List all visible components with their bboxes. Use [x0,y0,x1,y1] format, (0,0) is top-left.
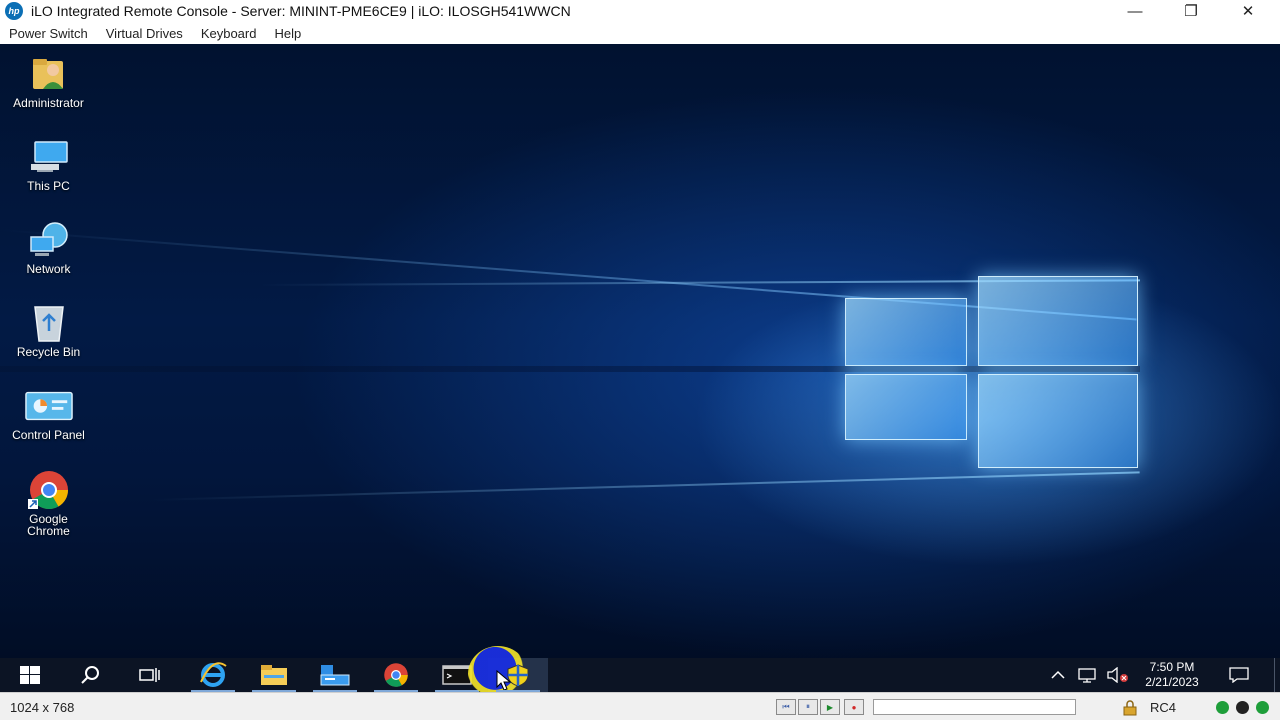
taskbar-internet-explorer[interactable] [183,658,243,692]
computer-icon [25,137,73,177]
taskbar-file-explorer[interactable] [244,658,304,692]
network-icon [25,220,73,260]
record-icon: ● [851,702,857,712]
restore-button[interactable]: ❐ [1163,0,1219,22]
desktop-icon-label: Google Chrome [27,512,70,538]
desktop-icon-google-chrome[interactable]: Google Chrome [0,470,97,537]
playback-progress-bar [873,699,1076,715]
chevron-up-icon [1051,670,1065,679]
clock-date: 2/21/2023 [1145,675,1199,689]
control-panel-icon [24,386,73,426]
menu-bar: Power Switch Virtual Drives Keyboard Hel… [0,22,1280,44]
search-icon [81,666,99,684]
desktop-icon-label: Network [26,262,71,276]
remote-desktop[interactable]: Administrator This PC Network Recycle Bi… [0,44,1280,658]
windows-logo-pane [845,374,967,440]
internet-explorer-icon [200,662,227,687]
pause-icon: ⏸ [806,702,810,711]
menu-keyboard[interactable]: Keyboard [192,26,266,41]
windows-start-icon [20,666,40,684]
search-button[interactable] [60,658,120,692]
windows-logo-pane [978,276,1138,366]
rewind-button[interactable]: ⏮ [776,699,796,715]
pause-button[interactable]: ⏸ [798,699,818,715]
desktop-icon-label: This PC [27,179,70,193]
task-view-button[interactable] [120,658,180,692]
window-titlebar: hp iLO Integrated Remote Console - Serve… [0,0,1280,22]
desktop-icon-recycle-bin[interactable]: Recycle Bin [0,303,97,358]
hp-logo-icon: hp [5,2,23,20]
mouse-cursor-icon [496,670,512,691]
start-button[interactable] [0,658,60,692]
tray-network-button[interactable] [1074,658,1102,692]
action-center-button[interactable] [1222,658,1256,692]
play-icon: ▶ [826,702,834,712]
wallpaper-beam [149,471,1140,501]
window-title: iLO Integrated Remote Console - Server: … [31,3,571,19]
power-status-icon [1256,701,1269,714]
rewind-icon: ⏮ [782,702,790,711]
task-view-icon [139,668,160,682]
desktop-icon-label: Control Panel [12,428,85,442]
show-desktop-button[interactable] [1274,658,1280,692]
desktop-icon-label: Administrator [13,96,84,110]
console-statusbar: 1024 x 768 ⏮ ⏸ ▶ ● RC4 [0,692,1280,720]
desktop-icon-this-pc[interactable]: This PC [0,137,97,192]
record-button[interactable]: ● [844,699,864,715]
windows-logo-pane [978,374,1138,468]
clock-time: 7:50 PM [1149,660,1195,674]
tray-show-hidden-button[interactable] [1046,658,1070,692]
menu-virtual-drives[interactable]: Virtual Drives [97,26,192,41]
lock-icon [1122,700,1138,721]
notification-icon [1229,667,1249,683]
menu-help[interactable]: Help [265,26,310,41]
wallpaper-beam [0,366,1140,372]
user-folder-icon [25,54,73,94]
chrome-icon [25,470,73,510]
taskbar-clock[interactable]: 7:50 PM 2/21/2023 [1130,660,1214,690]
desktop-icon-administrator[interactable]: Administrator [0,54,97,109]
encryption-label: RC4 [1150,700,1177,715]
desktop-icon-control-panel[interactable]: Control Panel [0,386,97,441]
desktop-icon-network[interactable]: Network [0,220,97,275]
activity-status-led [1236,701,1249,714]
speaker-muted-icon [1107,667,1128,683]
taskbar-chrome[interactable] [366,658,426,692]
taskbar: 7:50 PM 2/21/2023 [0,646,1280,702]
tray-volume-button[interactable] [1104,658,1132,692]
recycle-bin-icon [25,303,73,343]
minimize-button[interactable]: — [1107,0,1163,22]
connection-status-led [1216,701,1229,714]
chrome-icon [384,663,408,687]
server-manager-icon [320,665,350,686]
desktop-icon-label: Recycle Bin [16,345,81,359]
resolution-label: 1024 x 768 [10,700,75,715]
taskbar-server-manager[interactable] [305,658,365,692]
menu-power-switch[interactable]: Power Switch [0,26,97,41]
windows-logo-pane [845,298,967,366]
taskbar-admin-tool[interactable] [468,646,548,702]
play-button[interactable]: ▶ [820,699,840,715]
file-explorer-icon [261,665,287,685]
network-status-icon [1078,668,1096,683]
close-button[interactable]: ✕ [1220,0,1276,22]
